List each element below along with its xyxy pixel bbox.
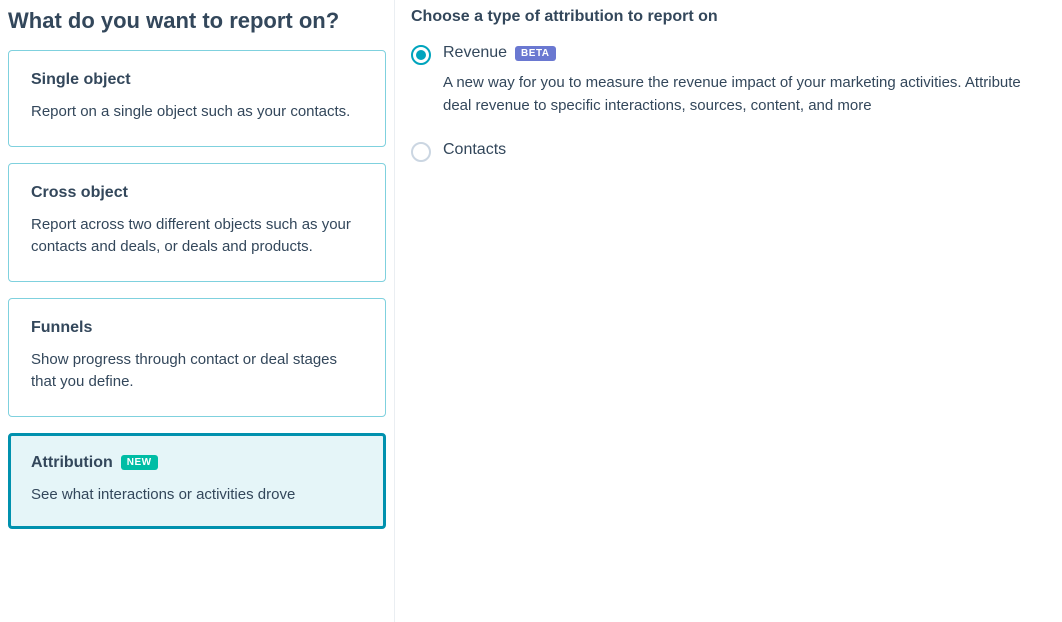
card-title-text: Single object <box>31 71 131 89</box>
card-title: Funnels <box>31 319 363 337</box>
card-title-text: Funnels <box>31 319 92 337</box>
card-attribution[interactable]: Attribution NEW See what interactions or… <box>8 433 386 530</box>
card-desc: Show progress through contact or deal st… <box>31 349 363 394</box>
left-panel: What do you want to report on? Single ob… <box>0 0 395 622</box>
right-heading: Choose a type of attribution to report o… <box>411 8 1038 26</box>
card-desc: Report on a single object such as your c… <box>31 101 363 124</box>
radio-option-contacts[interactable]: Contacts <box>411 141 1038 162</box>
card-title: Single object <box>31 71 363 89</box>
radio-icon <box>411 142 431 162</box>
card-title: Cross object <box>31 184 363 202</box>
radio-label: Contacts <box>443 141 1038 159</box>
radio-label-text: Revenue <box>443 44 507 62</box>
card-desc: See what interactions or activities drov… <box>31 484 363 507</box>
radio-desc: A new way for you to measure the revenue… <box>443 72 1038 117</box>
new-badge: NEW <box>121 455 158 470</box>
beta-badge: BETA <box>515 46 555 61</box>
card-title-text: Attribution <box>31 454 113 472</box>
radio-content: Revenue BETA A new way for you to measur… <box>443 44 1038 117</box>
radio-option-revenue[interactable]: Revenue BETA A new way for you to measur… <box>411 44 1038 117</box>
radio-icon <box>411 45 431 65</box>
card-title-text: Cross object <box>31 184 128 202</box>
radio-label: Revenue BETA <box>443 44 1038 62</box>
card-desc: Report across two different objects such… <box>31 214 363 259</box>
right-panel: Choose a type of attribution to report o… <box>395 0 1062 622</box>
card-single-object[interactable]: Single object Report on a single object … <box>8 50 386 147</box>
card-title: Attribution NEW <box>31 454 363 472</box>
card-cross-object[interactable]: Cross object Report across two different… <box>8 163 386 282</box>
left-heading: What do you want to report on? <box>8 8 386 34</box>
radio-label-text: Contacts <box>443 141 506 159</box>
card-funnels[interactable]: Funnels Show progress through contact or… <box>8 298 386 417</box>
radio-content: Contacts <box>443 141 1038 159</box>
